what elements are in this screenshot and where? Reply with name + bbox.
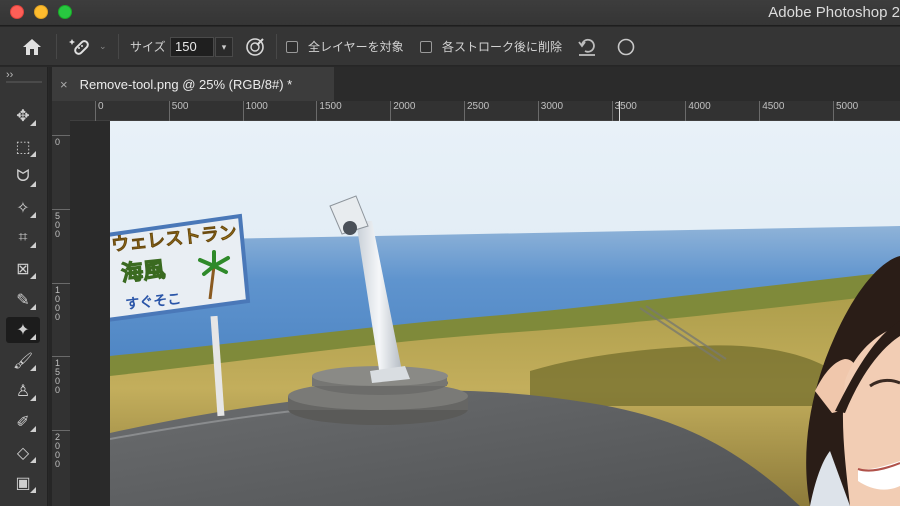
window-close-button[interactable] xyxy=(10,5,24,19)
history-brush-tool-icon: ✐ xyxy=(16,414,30,431)
eraser-tool-icon: ◇ xyxy=(16,444,30,462)
ruler-tick-label: 3000 xyxy=(537,101,564,121)
ruler-tick-label: 4000 xyxy=(685,101,711,121)
lasso-tool-button[interactable]: ᗢ xyxy=(6,164,40,190)
eyedropper-tool-button[interactable]: ✎ xyxy=(6,287,40,313)
ruler-tick-label: 5000 xyxy=(832,101,859,121)
eyedropper-tool-icon: ✎ xyxy=(16,291,30,309)
frame-tool-button[interactable]: ⊠ xyxy=(6,256,40,282)
remove-tool-preset-icon xyxy=(69,38,89,55)
ruler-tick-label: 0 xyxy=(95,101,104,121)
ruler-tick-label: 500 xyxy=(168,101,189,121)
eraser-tool-button[interactable]: ◇ xyxy=(6,440,40,466)
crop-tool-icon: ⌗ xyxy=(18,229,28,247)
document-tab-title: Remove-tool.png @ 25% (RGB/8#) * xyxy=(79,76,293,92)
horizontal-ruler[interactable]: 0 500 1000 1500 2000 2500 3000 3500 4000 4500 5000 xyxy=(52,101,900,121)
home-icon xyxy=(23,38,41,55)
ruler-origin[interactable] xyxy=(52,101,70,121)
marquee-tool-button[interactable]: ⬚ xyxy=(6,134,40,160)
ruler-tick-label: 2000 xyxy=(390,101,416,121)
ruler-tick-label: 2500 xyxy=(463,101,490,121)
cancel-button[interactable] xyxy=(616,27,636,66)
pasteboard xyxy=(70,121,110,506)
magic-wand-tool-button[interactable]: ✧ xyxy=(6,195,40,221)
pen-pressure-icon xyxy=(246,37,264,56)
move-tool-button[interactable]: ✥ xyxy=(6,103,40,129)
gradient-tool-icon: ▣ xyxy=(15,475,31,493)
chevron-down-icon: ⌄ xyxy=(99,41,107,51)
options-bar: ⌄ サイズ 150 ▾ 全レイヤーを対象 各ストローク後に削除 xyxy=(0,27,900,66)
ruler-tick-label: 0 xyxy=(52,135,70,147)
document-tab-bar: × Remove-tool.png @ 25% (RGB/8#) * xyxy=(52,67,900,101)
circle-icon xyxy=(617,38,635,55)
tool-preset-picker[interactable]: ⌄ xyxy=(68,27,107,66)
tool-group-indicator xyxy=(30,303,36,310)
stamp-tool-icon: ♙ xyxy=(15,383,31,401)
ruler-tick-label: 3500 xyxy=(611,101,637,121)
apply-rotate-icon xyxy=(578,38,595,56)
tool-group-indicator xyxy=(30,181,36,188)
window-zoom-button[interactable] xyxy=(58,5,72,19)
ruler-tick-label: 4500 xyxy=(759,101,785,121)
title-bar: Adobe Photoshop 2 xyxy=(0,0,900,26)
all-layers-label: 全レイヤーを対象 xyxy=(308,40,404,54)
all-layers-option[interactable]: 全レイヤーを対象 xyxy=(286,27,404,66)
gradient-tool-button[interactable]: ▣ xyxy=(6,470,40,496)
sign-line-2: 海風 xyxy=(120,257,166,287)
tool-group-indicator xyxy=(30,364,36,371)
brush-tool-button[interactable]: 🖌 xyxy=(6,348,40,374)
panel-grip[interactable] xyxy=(6,81,42,83)
pressure-size-button[interactable] xyxy=(244,27,266,66)
tool-group-indicator xyxy=(30,456,36,463)
tool-group-indicator xyxy=(30,242,36,249)
remove-after-stroke-option[interactable]: 各ストローク後に削除 xyxy=(420,27,562,66)
all-layers-checkbox[interactable] xyxy=(286,40,298,53)
close-tab-icon[interactable]: × xyxy=(60,77,68,92)
ruler-tick-label: 2000 xyxy=(52,430,70,469)
tool-group-indicator xyxy=(30,487,36,494)
magic-wand-tool-icon: ✧ xyxy=(16,199,30,217)
home-button[interactable] xyxy=(22,27,42,66)
ruler-tick-label: 1000 xyxy=(52,282,70,322)
ruler-tick-label: 1000 xyxy=(242,101,268,121)
tool-group-indicator xyxy=(30,426,36,432)
tools-panel: ›› ✥ ⬚ ᗢ ✧ ⌗ ⊠ ✎ ✦ 🖌 ♙ ✐ ◇ ▣ xyxy=(0,67,48,506)
chevron-down-icon: ▾ xyxy=(221,41,227,52)
crop-tool-button[interactable]: ⌗ xyxy=(6,225,40,251)
ruler-tick-label: 1500 xyxy=(52,356,70,395)
size-input[interactable]: 150 xyxy=(170,37,214,57)
size-label: サイズ xyxy=(130,40,166,54)
tool-group-indicator xyxy=(30,150,36,157)
marquee-tool-icon: ⬚ xyxy=(15,138,31,156)
remove-tool-button[interactable]: ✦ xyxy=(6,317,40,344)
apply-button[interactable] xyxy=(576,27,598,66)
ruler-tick-label: 500 xyxy=(52,208,70,239)
document-tab[interactable]: × Remove-tool.png @ 25% (RGB/8#) * xyxy=(52,67,334,101)
ruler-tick-label: 1500 xyxy=(316,101,342,121)
frame-tool-icon: ⊠ xyxy=(16,261,30,278)
tool-group-indicator xyxy=(30,395,36,402)
remove-after-stroke-label: 各ストローク後に削除 xyxy=(442,40,563,54)
move-tool-icon: ✥ xyxy=(16,108,30,125)
stamp-tool-button[interactable]: ♙ xyxy=(6,378,40,404)
panel-collapse-button[interactable]: ›› xyxy=(6,69,13,81)
tool-group-indicator xyxy=(30,120,36,126)
lasso-tool-icon: ᗢ xyxy=(16,168,30,186)
vertical-ruler[interactable]: 0 500 1000 1500 2000 xyxy=(52,121,70,506)
remove-after-stroke-checkbox[interactable] xyxy=(420,40,432,53)
photo: ウェレストラン 海風 すぐそこ xyxy=(110,121,900,506)
history-brush-tool-button[interactable]: ✐ xyxy=(6,409,40,435)
ruler-cursor-marker xyxy=(619,101,620,121)
document-canvas[interactable]: ウェレストラン 海風 すぐそこ xyxy=(110,121,900,506)
tool-group-indicator xyxy=(30,211,36,218)
tool-group-indicator xyxy=(30,334,36,341)
window-minimize-button[interactable] xyxy=(34,5,48,19)
app-title: Adobe Photoshop 2 xyxy=(768,4,900,21)
size-dropdown-button[interactable]: ▾ xyxy=(215,37,233,57)
tool-group-indicator xyxy=(30,273,36,279)
remove-tool-icon: ✦ xyxy=(16,322,30,340)
